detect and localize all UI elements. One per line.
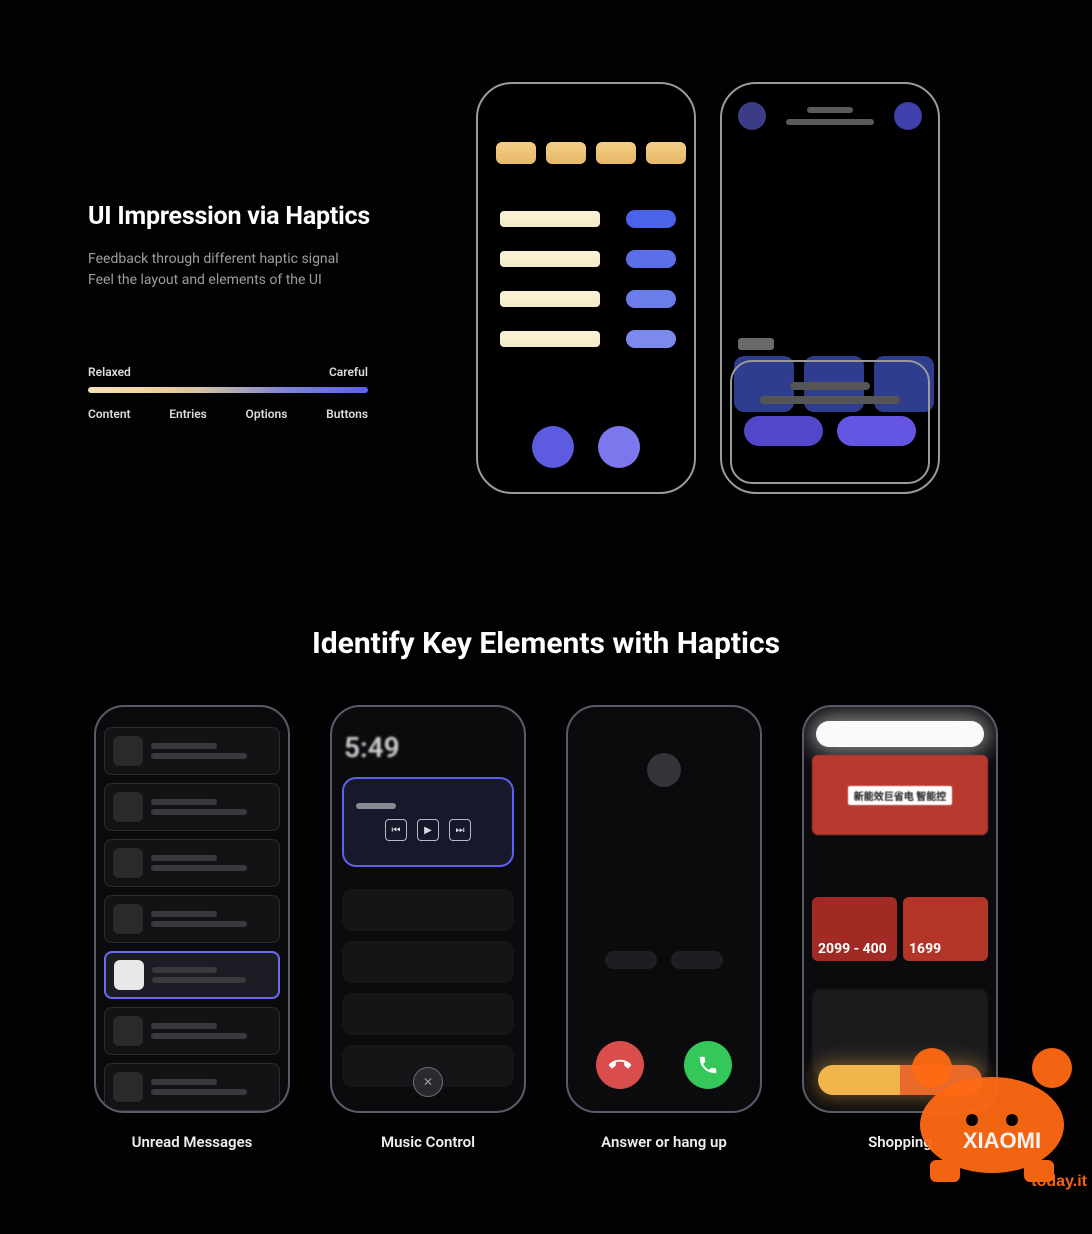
sheet-button (744, 416, 823, 446)
phone-call (566, 705, 762, 1113)
tile-price: 2099 - 400 (818, 941, 887, 957)
section2-title: Identify Key Elements with Haptics (0, 626, 1092, 661)
mock-entry (500, 251, 600, 267)
legend-careful: Careful (329, 365, 368, 379)
example-label: Music Control (381, 1133, 475, 1151)
product-card (812, 989, 988, 1075)
cta-button-highlighted (818, 1065, 982, 1095)
haptics-desc: Feedback through different haptic signal… (88, 249, 418, 291)
message-row-highlighted (104, 951, 280, 999)
message-row (104, 1007, 280, 1055)
answer-button (684, 1041, 732, 1089)
mock-tab (496, 142, 536, 164)
call-chip (605, 951, 657, 969)
play-icon: ▶ (417, 819, 439, 841)
example-label: Unread Messages (132, 1133, 253, 1151)
search-bar-highlighted (816, 721, 984, 747)
notification-row (342, 993, 514, 1035)
banner-text: 新能效巨省电 智能控 (848, 786, 953, 805)
examples-row: Unread Messages 5:49 ⏮ ▶ ⏭ ✕ Music Contr… (0, 705, 1092, 1151)
mock-title-lines (780, 107, 880, 125)
example-shopping: 新能效巨省电 智能控 2099 - 400 1699 Shopping (802, 705, 998, 1151)
legend-entries: Entries (169, 407, 207, 421)
mock-chip (738, 338, 774, 350)
tile-price: 1699 (909, 941, 941, 957)
mock-bottom-sheet (730, 360, 930, 484)
legend-content: Content (88, 407, 131, 421)
example-music-control: 5:49 ⏮ ▶ ⏭ ✕ Music Control (330, 705, 526, 1151)
mock-tabs (496, 142, 686, 164)
section-haptics-impression: UI Impression via Haptics Feedback throu… (0, 0, 1092, 540)
phone-down-icon (609, 1054, 631, 1076)
message-row (104, 1063, 280, 1111)
next-track-icon: ⏭ (449, 819, 471, 841)
message-row (104, 783, 280, 831)
phone-shopping: 新能效巨省电 智能控 2099 - 400 1699 (802, 705, 998, 1113)
music-title-line (356, 803, 396, 809)
notification-row (342, 941, 514, 983)
message-row (104, 727, 280, 775)
haptics-legend: Relaxed Careful Content Entries Options … (88, 365, 368, 421)
mock-entry (500, 291, 600, 307)
hangup-button (596, 1041, 644, 1089)
mock-action-dot (894, 102, 922, 130)
phone-music-control: 5:49 ⏮ ▶ ⏭ ✕ (330, 705, 526, 1113)
price-tile: 2099 - 400 (812, 897, 897, 961)
example-label: Answer or hang up (601, 1133, 727, 1151)
message-row (104, 895, 280, 943)
message-row (104, 839, 280, 887)
watermark-site: today.it (1031, 1173, 1087, 1190)
sheet-line (790, 382, 870, 390)
legend-gradient-bar (88, 387, 368, 393)
call-chip (671, 951, 723, 969)
price-tile: 1699 (903, 897, 988, 961)
music-card-highlighted: ⏮ ▶ ⏭ (342, 777, 514, 867)
prev-track-icon: ⏮ (385, 819, 407, 841)
phone-mock-store (720, 82, 940, 494)
mock-option-pill (626, 330, 676, 348)
caller-avatar (647, 753, 681, 787)
example-unread-messages: Unread Messages (94, 705, 290, 1151)
mock-entry (500, 211, 600, 227)
mock-tab (646, 142, 686, 164)
call-action-chips (568, 951, 760, 969)
example-label: Shopping (868, 1133, 932, 1151)
mock-avatar-dot (738, 102, 766, 130)
notification-row (342, 889, 514, 931)
phone-icon (697, 1054, 719, 1076)
mock-entry (500, 331, 600, 347)
mock-rows (500, 210, 676, 348)
example-answer-hangup: Answer or hang up (566, 705, 762, 1151)
haptics-title: UI Impression via Haptics (88, 202, 418, 231)
mock-option-pill (626, 290, 676, 308)
legend-relaxed: Relaxed (88, 365, 131, 379)
mock-buttons (478, 426, 694, 468)
mock-tab (596, 142, 636, 164)
haptics-copy: UI Impression via Haptics Feedback throu… (88, 202, 418, 291)
legend-options: Options (246, 407, 288, 421)
promo-banner: 新能效巨省电 智能控 (812, 755, 988, 835)
lock-time: 5:49 (344, 731, 400, 764)
notification-rows (342, 889, 514, 1087)
mock-button-circle (598, 426, 640, 468)
sheet-button (837, 416, 916, 446)
phone-unread-messages (94, 705, 290, 1113)
mock-tab (546, 142, 586, 164)
sheet-line (760, 396, 900, 404)
mock-button-circle (532, 426, 574, 468)
close-icon: ✕ (413, 1067, 443, 1097)
legend-buttons: Buttons (326, 407, 368, 421)
mock-option-pill (626, 210, 676, 228)
phone-mock-settings (476, 82, 696, 494)
mock-option-pill (626, 250, 676, 268)
